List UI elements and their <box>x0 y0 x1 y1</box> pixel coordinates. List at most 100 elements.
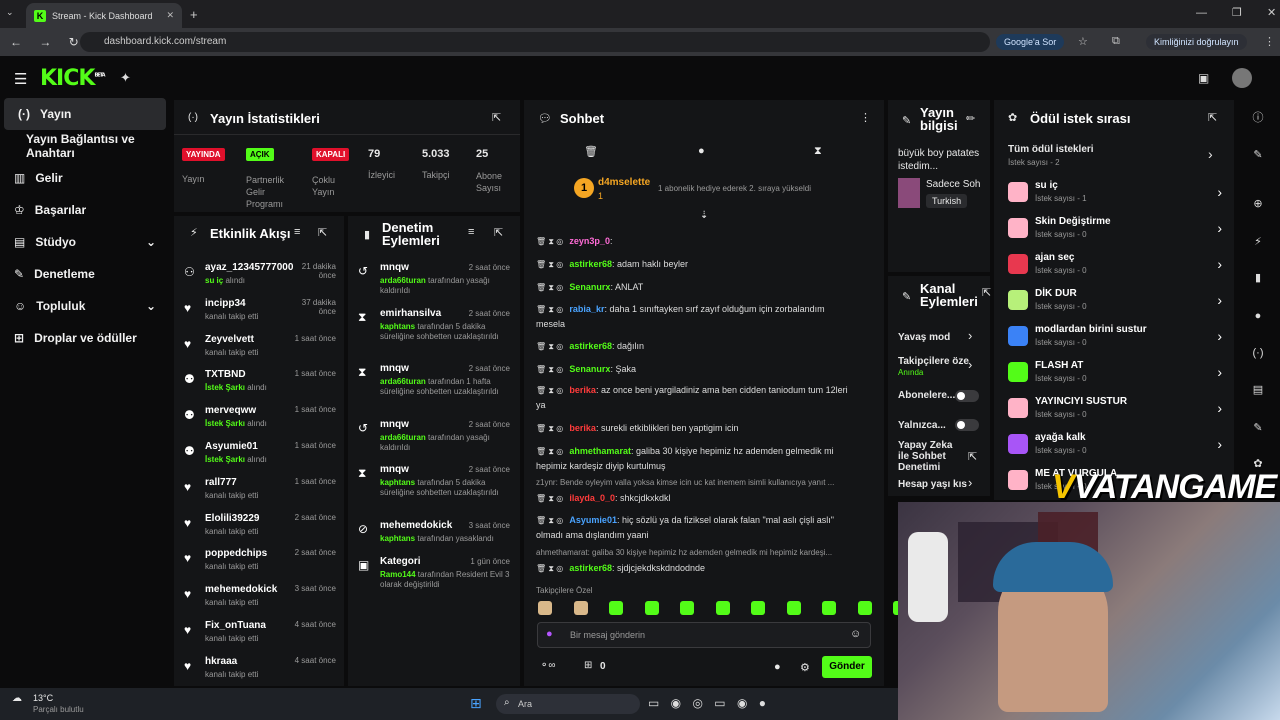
mod-tools-icon[interactable]: 🗑︎ ⧗ ◎ <box>536 494 565 503</box>
chat-username[interactable]: astirker68 <box>569 563 612 573</box>
activity-user[interactable]: hkraaa <box>205 656 237 667</box>
filter-icon[interactable]: ≡ <box>294 226 300 238</box>
chat-username[interactable]: berika <box>569 385 596 395</box>
mod-tools-icon[interactable]: 🗑︎ ⧗ ◎ <box>536 260 565 269</box>
chat-username[interactable]: ilayda_0_0 <box>569 493 615 503</box>
chevron-right-icon[interactable]: › <box>968 475 972 490</box>
url-field[interactable]: dashboard.kick.com/stream <box>80 32 990 52</box>
reward-item[interactable]: YAYINCIYI SUSTUR İstek sayısı - 0 › <box>1008 396 1222 426</box>
message-icon[interactable]: ● <box>698 145 705 157</box>
mod-user[interactable]: mehemedokick <box>380 520 452 531</box>
chat-username[interactable]: astirker68 <box>569 259 612 269</box>
activity-user[interactable]: incipp34 <box>205 298 246 309</box>
mic-icon[interactable]: ● <box>546 628 553 640</box>
popout-icon[interactable]: ⇱ <box>318 226 327 239</box>
mod-tools-icon[interactable]: 🗑︎ ⧗ ◎ <box>536 564 565 573</box>
emote-icon[interactable] <box>751 601 765 615</box>
sidebar-item-denetleme[interactable]: ✎ Denetleme <box>0 258 170 290</box>
sidebar-item-stream-key[interactable]: Yayın Bağlantısı ve Anahtarı <box>0 130 170 162</box>
emote-icon[interactable] <box>573 601 588 615</box>
mod-tools-icon[interactable]: 🗑︎ ⧗ ◎ <box>536 386 565 395</box>
stats-icon[interactable]: ▤ <box>1246 378 1270 402</box>
hourglass-icon[interactable]: ⧗ <box>814 145 822 158</box>
popout-icon[interactable]: ⇱ <box>492 111 501 124</box>
browser-menu-icon[interactable]: ⋮ <box>1264 35 1275 48</box>
emote-icon[interactable] <box>822 601 836 615</box>
activity-user[interactable]: Elolili39229 <box>205 513 259 524</box>
windows-start-icon[interactable]: ⊞ <box>470 695 482 712</box>
chat-username[interactable]: astirker68 <box>569 341 612 351</box>
hamburger-menu-icon[interactable]: ☰ <box>14 70 27 88</box>
pinned-user[interactable]: d4mselette <box>598 177 650 188</box>
activity-user[interactable]: ayaz_12345777000 <box>205 262 293 273</box>
send-button[interactable]: Gönder <box>822 656 872 678</box>
mod-actor[interactable]: kaphtans <box>380 478 415 487</box>
emote-icon[interactable] <box>538 601 552 615</box>
activity-user[interactable]: Zeyvelvett <box>205 334 254 345</box>
emote-icon[interactable] <box>680 601 694 615</box>
chat-settings-icon[interactable]: ● <box>774 661 781 673</box>
mod-tools-icon[interactable]: 🗑︎ ⧗ ◎ <box>536 283 565 292</box>
gear-icon[interactable]: ⚙ <box>800 661 810 674</box>
mod-actor[interactable]: arda66turan <box>380 276 426 285</box>
window-controls[interactable]: — ❐ ✕ <box>1196 6 1276 19</box>
mod-user[interactable]: mnqw <box>380 464 409 475</box>
gift-icon[interactable]: ⊞ <box>584 660 592 671</box>
nav-buttons[interactable]: ← → ↻ <box>10 35 79 49</box>
identity-verify-button[interactable]: Kimliğinizi doğrulayın <box>1146 34 1247 50</box>
emote-icon[interactable] <box>644 601 659 615</box>
only-mode-toggle[interactable] <box>955 419 979 431</box>
wallet-icon[interactable]: ▣ <box>1198 71 1209 85</box>
mod-actor[interactable]: kaphtans <box>380 322 415 331</box>
chat-username[interactable]: rabia_kr <box>569 304 604 314</box>
chat-username[interactable]: berika <box>569 423 596 433</box>
popout-icon[interactable]: ⇱ <box>494 226 503 239</box>
mod-tools-icon[interactable]: 🗑︎ ⧗ ◎ <box>536 305 565 314</box>
chevron-right-icon[interactable]: › <box>1208 146 1213 162</box>
sidebar-item-droplar[interactable]: ⊞ Droplar ve ödüller <box>0 322 170 354</box>
reward-item[interactable]: ajan seç İstek sayısı - 0 › <box>1008 252 1222 282</box>
sidebar-item-yayin[interactable]: (·) Yayın <box>4 98 166 130</box>
reward-item[interactable]: Skin Değiştirme İstek sayısı - 0 › <box>1008 216 1222 246</box>
mod-user[interactable]: Kategori <box>380 556 421 567</box>
activity-user[interactable]: Fix_onTuana <box>205 620 266 631</box>
external-link-icon[interactable]: ⇱ <box>968 450 977 463</box>
activity-user[interactable]: poppedchips <box>205 548 267 559</box>
chat-username[interactable]: Senanurx <box>569 282 610 292</box>
shield-icon[interactable]: ▮ <box>1246 266 1270 290</box>
sidebar-item-topluluk[interactable]: ☺ Topluluk ⌄ <box>0 290 170 322</box>
broadcast-icon[interactable]: (·) <box>1246 341 1270 365</box>
sidebar-item-gelir[interactable]: ▥ Gelir <box>0 162 170 194</box>
chevron-right-icon[interactable]: › <box>968 357 972 372</box>
mod-user[interactable]: mnqw <box>380 363 409 374</box>
mod-tools-icon[interactable]: 🗑︎ ⧗ ◎ <box>536 447 565 456</box>
chat-username[interactable]: Senanurx <box>569 364 610 374</box>
mod-tools-icon[interactable]: 🗑︎ ⧗ ◎ <box>536 237 565 246</box>
mod-user[interactable]: emirhansilva <box>380 308 441 319</box>
activity-user[interactable]: Asyumie01 <box>205 441 258 452</box>
emote-icon[interactable] <box>786 601 801 615</box>
kick-logo[interactable]: KICKBETA <box>40 66 106 91</box>
mod-actor[interactable]: kaphtans <box>380 534 415 543</box>
google-ask-button[interactable]: Google'a Sor <box>996 34 1065 50</box>
activity-user[interactable]: mehemedokick <box>205 584 277 595</box>
scroll-down-icon[interactable]: ⇣ <box>700 210 708 221</box>
reward-item[interactable]: FLASH AT İstek sayısı - 0 › <box>1008 360 1222 390</box>
wrench-icon[interactable]: ✎ <box>1246 416 1270 440</box>
filter-icon[interactable]: ≡ <box>468 226 474 238</box>
subs-mode-toggle[interactable] <box>955 390 979 402</box>
chevron-right-icon[interactable]: › <box>968 328 972 343</box>
reward-item[interactable]: ayağa kalk İstek sayısı - 0 › <box>1008 432 1222 462</box>
mod-tools-icon[interactable]: 🗑︎ ⧗ ◎ <box>536 516 565 525</box>
crosshair-icon[interactable]: ⊕ <box>1246 192 1270 216</box>
tab-list-icon[interactable]: ⌄ <box>6 7 20 21</box>
chat-icon[interactable]: ● <box>1246 304 1270 328</box>
chat-username[interactable]: Asyumie01 <box>569 515 617 525</box>
activity-user[interactable]: rall777 <box>205 477 237 488</box>
browser-tab[interactable]: K Stream - Kick Dashboard ✕ <box>26 3 182 28</box>
info-icon[interactable]: ⓘ <box>1246 106 1270 130</box>
reward-item[interactable]: modlardan birini sustur İstek sayısı - 0 › <box>1008 324 1222 354</box>
pen-icon[interactable]: ✎ <box>1246 143 1270 167</box>
popout-icon[interactable]: ⇱ <box>1208 111 1217 124</box>
sidebar-item-studyo[interactable]: ▤ Stüdyo ⌄ <box>0 226 170 258</box>
